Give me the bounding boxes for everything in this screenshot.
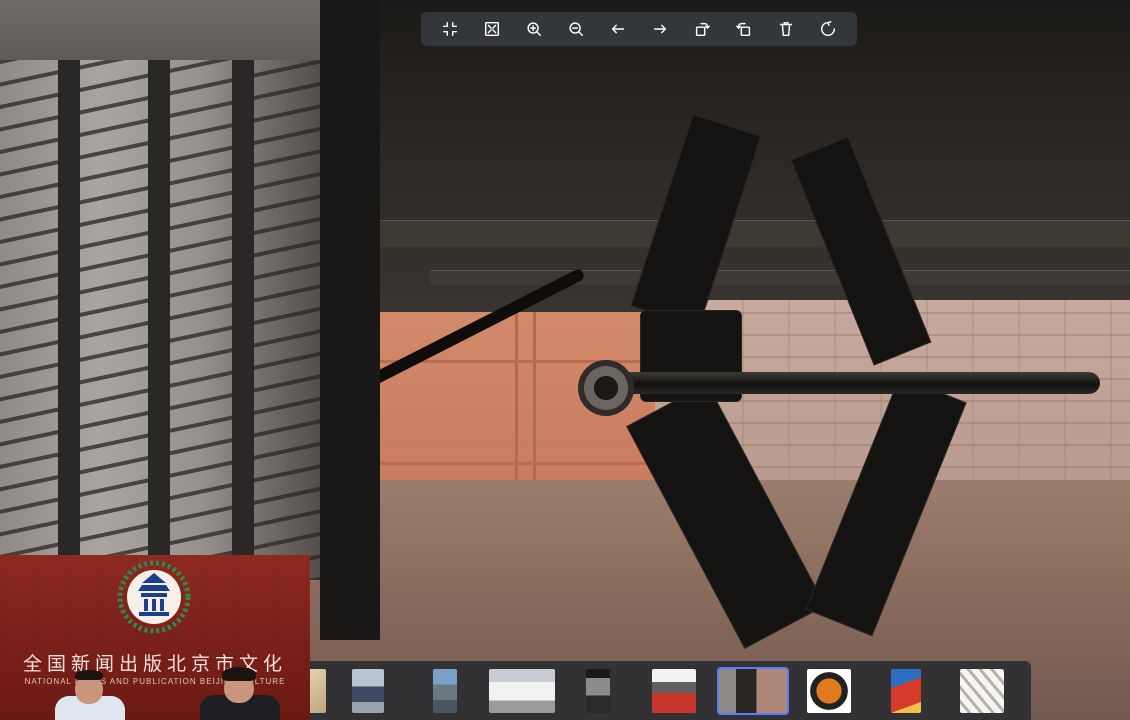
delete-button[interactable] [771, 14, 801, 44]
zoom-in-icon [527, 22, 542, 37]
jack-nut [578, 360, 634, 416]
exit-fullscreen-icon [442, 21, 458, 37]
rotate-right-icon [695, 22, 710, 37]
zoom-out-icon [569, 22, 584, 37]
zoom-in-button[interactable] [519, 14, 549, 44]
next-button[interactable] [645, 14, 675, 44]
jack-screw [590, 372, 1100, 394]
fit-screen-icon [484, 21, 500, 37]
reset-icon [820, 21, 836, 37]
image-toolbar [421, 12, 857, 46]
rotate-left-button[interactable] [729, 14, 759, 44]
zoom-out-button[interactable] [561, 14, 591, 44]
emblem-logo [117, 560, 191, 634]
rotate-right-button[interactable] [687, 14, 717, 44]
wheel-well [320, 0, 380, 640]
underbody-beam [430, 270, 1130, 285]
thumbnail-strip [300, 661, 1031, 720]
thumbnail-5[interactable] [652, 669, 696, 713]
tire [0, 60, 335, 580]
reset-button[interactable] [813, 14, 843, 44]
thumbnail-3[interactable] [489, 669, 555, 713]
arrow-right-icon [653, 24, 667, 34]
exit-fullscreen-button[interactable] [435, 14, 465, 44]
thumbnail-1[interactable] [352, 669, 384, 713]
trash-icon [779, 21, 793, 37]
thumbnail-8[interactable] [891, 669, 921, 713]
participant-left [55, 670, 125, 720]
fit-screen-button[interactable] [477, 14, 507, 44]
previous-button[interactable] [603, 14, 633, 44]
thumbnail-2[interactable] [433, 669, 457, 713]
video-overlay[interactable]: 全国新闻出版北京市文化 NATIONAL PRESS AND PUBLICATI… [0, 555, 310, 720]
underbody-beam [340, 220, 1130, 247]
thumbnail-6-active[interactable] [717, 667, 789, 715]
rotate-left-icon [736, 22, 751, 37]
thumbnail-9[interactable] [960, 669, 1004, 713]
thumbnail-4[interactable] [586, 669, 610, 713]
thumbnail-7[interactable] [807, 669, 851, 713]
arrow-left-icon [611, 24, 625, 34]
image-viewer: 全国新闻出版北京市文化 NATIONAL PRESS AND PUBLICATI… [0, 0, 1130, 720]
participant-right [200, 667, 280, 720]
